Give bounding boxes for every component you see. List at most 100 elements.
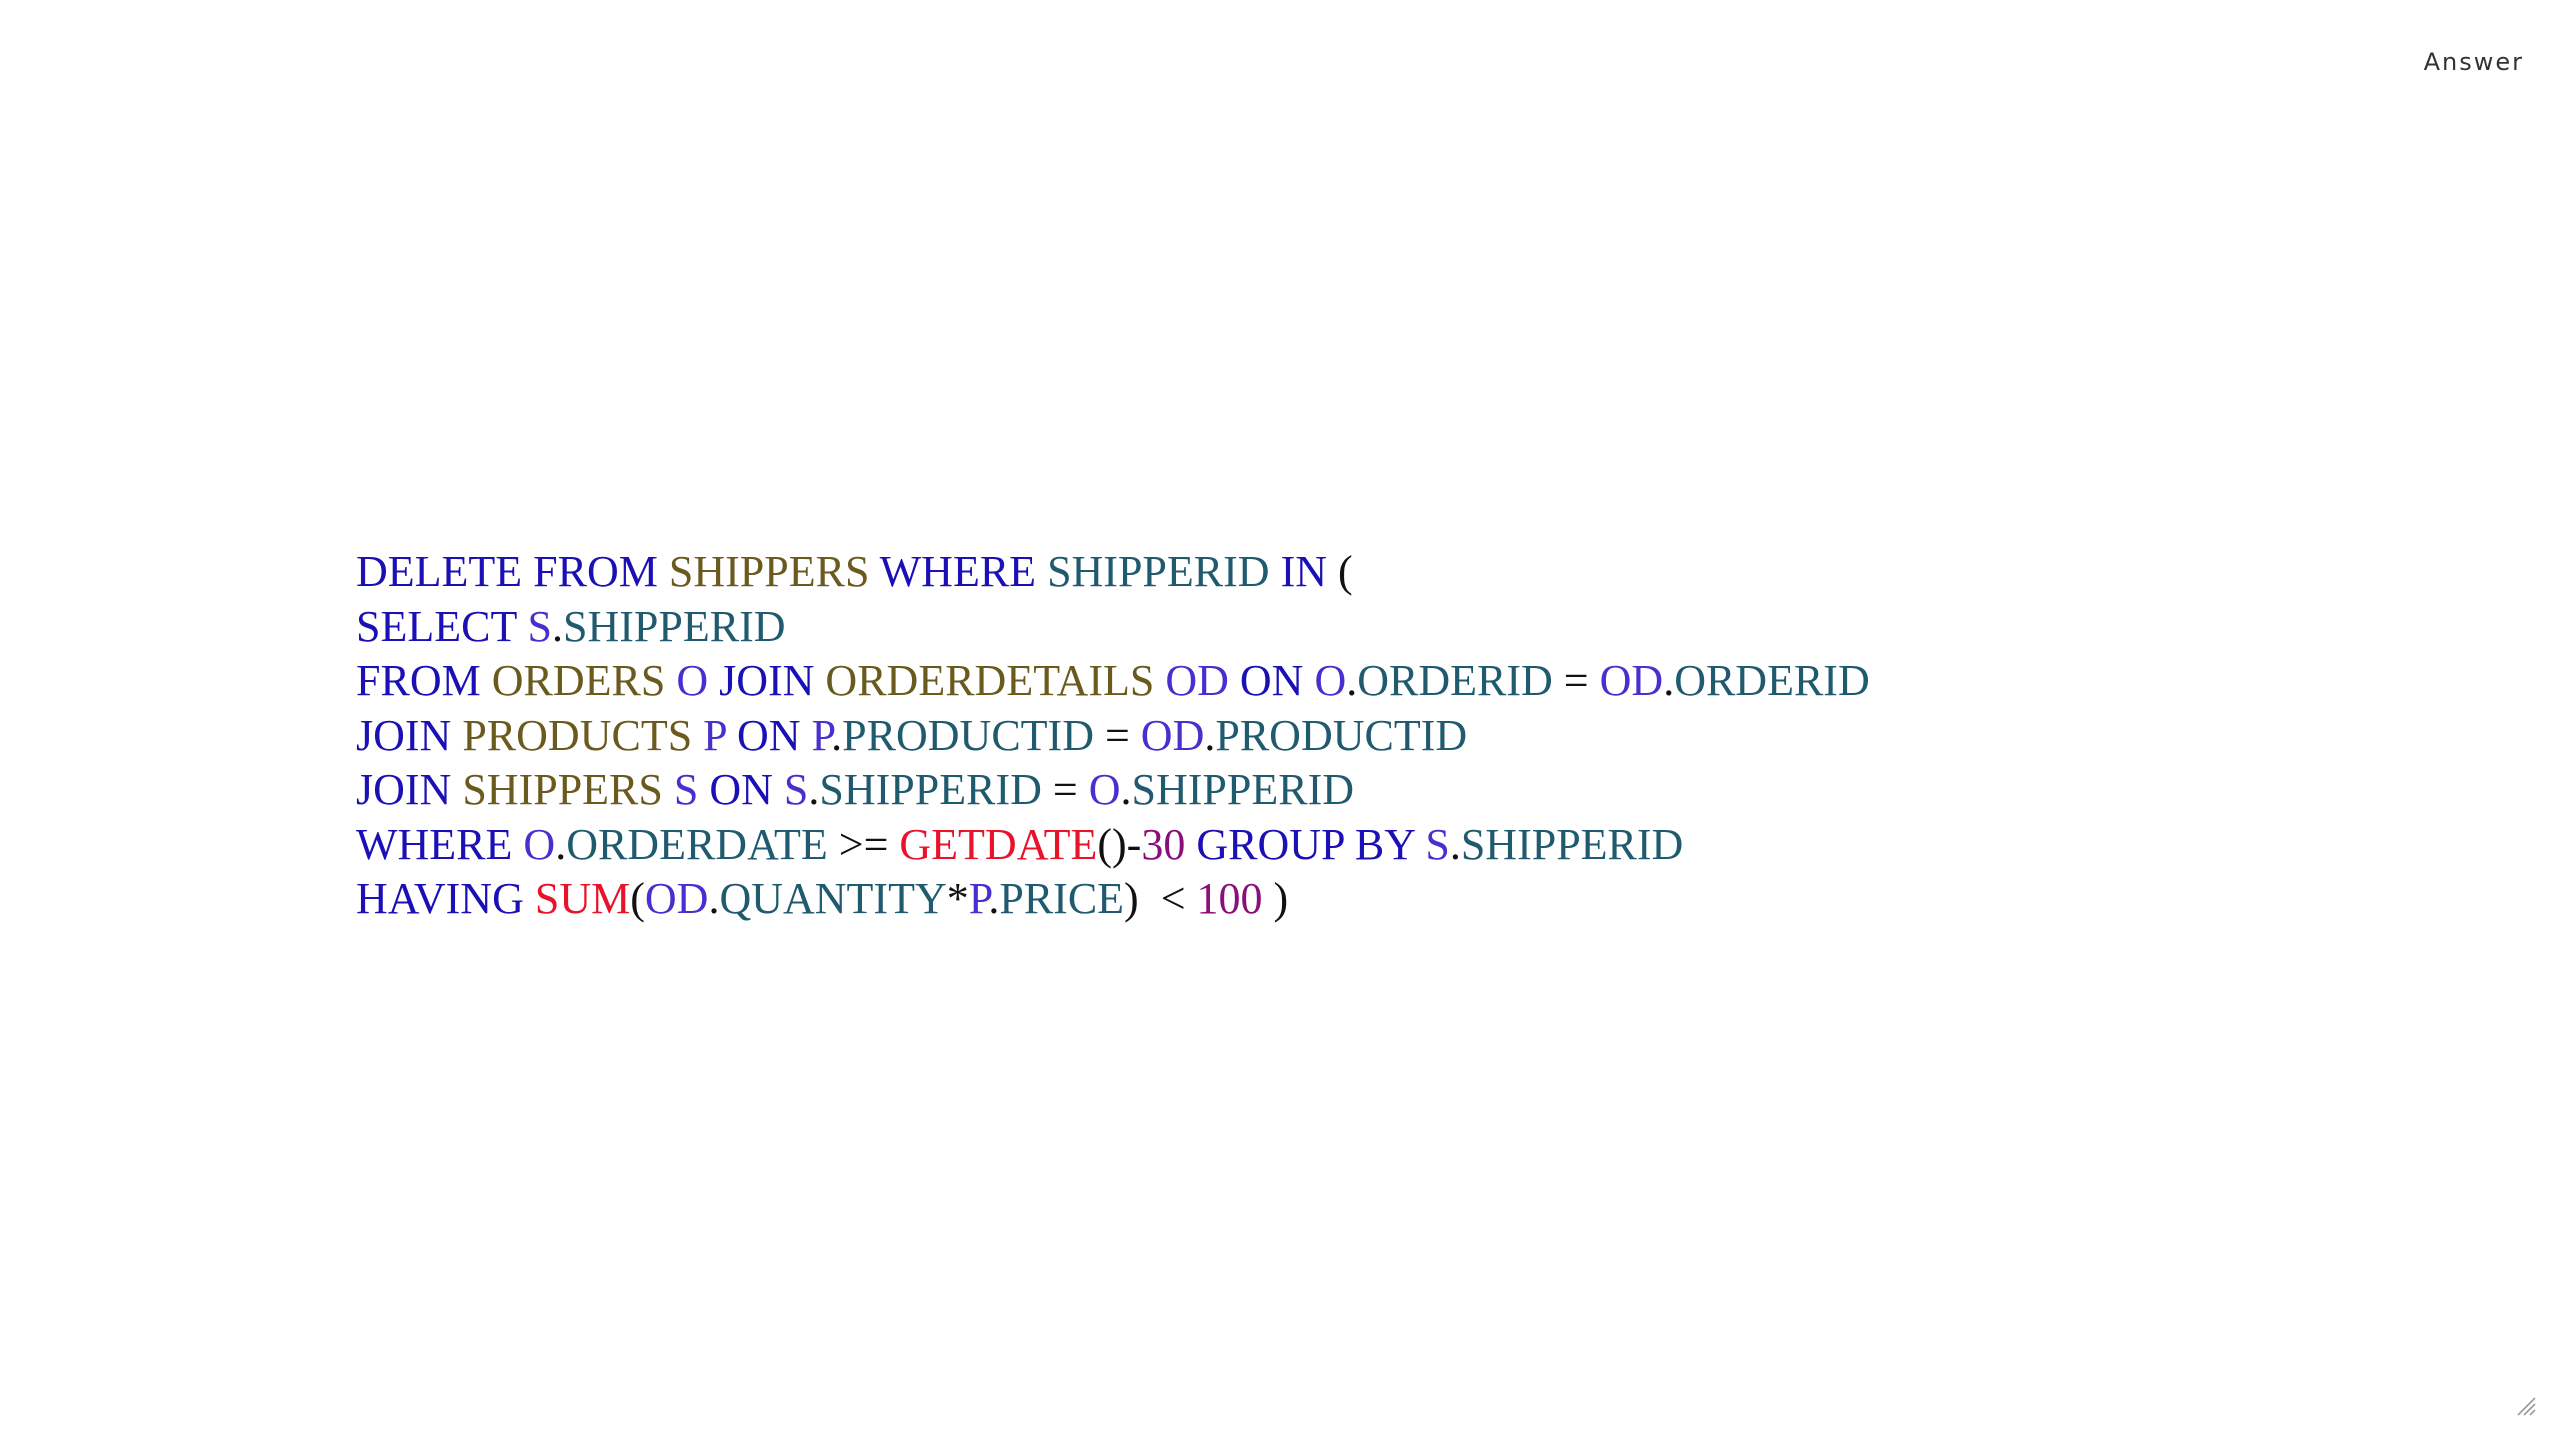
code-token-alias: P [703, 710, 727, 760]
code-token-punct [773, 765, 784, 814]
code-token-punct [524, 874, 535, 923]
code-token-alias: OD [1599, 656, 1664, 705]
code-token-punct [1270, 547, 1281, 596]
code-token-punct [1154, 656, 1165, 705]
code-token-column: PRODUCTID [842, 710, 1094, 760]
code-line: JOIN PRODUCTS P ON P.PRODUCTID = OD.PROD… [356, 709, 1870, 764]
code-line: FROM ORDERS O JOIN ORDERDETAILS OD ON O.… [356, 654, 1870, 709]
code-token-alias: OD [1140, 710, 1205, 760]
code-token-alias: S [1425, 819, 1450, 869]
code-token-keyword: DELETE FROM [356, 547, 669, 596]
slide-canvas: Answer DELETE FROM SHIPPERS WHERE SHIPPE… [0, 0, 2560, 1440]
code-token-punct [869, 547, 879, 596]
code-line: WHERE O.ORDERDATE >= GETDATE()-30 GROUP … [356, 818, 1870, 873]
code-token-number: 100 [1196, 874, 1263, 923]
code-token-table: SHIPPERS [462, 765, 663, 814]
code-token-punct: ) < [1124, 874, 1197, 923]
code-token-punct: . [1120, 765, 1132, 814]
code-token-punct: . [708, 874, 720, 923]
code-token-punct [726, 711, 737, 760]
code-token-punct [1229, 656, 1240, 705]
code-line: JOIN SHIPPERS S ON S.SHIPPERID = O.SHIPP… [356, 763, 1870, 818]
code-token-table: ORDERDETAILS [825, 656, 1155, 705]
code-token-punct: ) [1262, 874, 1289, 923]
code-token-punct [1303, 656, 1314, 705]
code-token-punct [451, 765, 462, 814]
code-token-alias: S [783, 765, 809, 814]
code-token-keyword: JOIN [719, 656, 815, 705]
code-token-punct: . [552, 601, 564, 651]
answer-label[interactable]: Answer [2424, 48, 2524, 76]
code-token-column: QUANTITY [719, 874, 947, 923]
code-token-alias: P [968, 874, 989, 923]
code-token-punct [1036, 547, 1047, 596]
code-token-column: PRICE [999, 874, 1125, 923]
code-token-alias: O [1314, 656, 1347, 705]
code-token-function: SUM [534, 874, 631, 923]
code-token-column: ORDERID [1357, 656, 1553, 705]
code-line: SELECT S.SHIPPERID [356, 600, 1870, 655]
code-token-punct: = [1093, 710, 1141, 760]
code-token-table: PRODUCTS [462, 710, 693, 760]
code-token-punct [692, 711, 703, 760]
code-token-punct: = [1041, 765, 1089, 814]
code-token-punct: ( [1327, 547, 1353, 596]
code-token-alias: OD [644, 874, 709, 923]
code-token-column: ORDERID [1674, 656, 1870, 705]
code-token-keyword: FROM [356, 656, 481, 705]
code-token-alias: P [811, 710, 832, 760]
code-token-keyword: ON [737, 710, 801, 760]
code-token-punct: . [1663, 656, 1675, 705]
resize-grip-icon[interactable] [2514, 1394, 2536, 1416]
sql-code-block: DELETE FROM SHIPPERS WHERE SHIPPERID IN … [356, 545, 1870, 927]
code-token-punct [1185, 820, 1196, 869]
code-token-alias: O [1088, 765, 1121, 814]
code-token-punct [814, 656, 825, 705]
code-token-punct: . [1449, 819, 1461, 869]
code-token-function: GETDATE [899, 819, 1098, 869]
code-token-punct: . [808, 765, 820, 814]
code-token-keyword: WHERE [879, 547, 1037, 596]
code-token-punct: ()- [1097, 819, 1142, 869]
code-token-punct [451, 711, 462, 760]
code-token-punct: ( [630, 874, 645, 923]
code-token-keyword: ON [709, 765, 773, 814]
code-line: HAVING SUM(OD.QUANTITY*P.PRICE) < 100 ) [356, 872, 1870, 927]
code-token-punct [801, 711, 812, 760]
code-token-punct [1414, 820, 1425, 869]
code-token-punct: . [1346, 656, 1358, 705]
code-token-punct [517, 602, 528, 651]
code-token-punct: . [988, 874, 1000, 923]
code-token-punct: = [1552, 656, 1600, 705]
code-token-column: ORDERDATE [566, 819, 828, 869]
code-token-keyword: JOIN [356, 765, 452, 814]
code-token-punct [665, 656, 676, 705]
code-token-alias: O [676, 656, 709, 705]
code-token-alias: S [673, 765, 699, 814]
code-token-keyword: SELECT [356, 601, 517, 651]
code-token-keyword: GROUP BY [1196, 819, 1415, 869]
code-token-keyword: ON [1239, 656, 1304, 705]
code-token-column: SHIPPERID [563, 601, 786, 651]
code-token-alias: S [527, 601, 553, 651]
code-line: DELETE FROM SHIPPERS WHERE SHIPPERID IN … [356, 545, 1870, 600]
code-token-number: 30 [1141, 819, 1186, 869]
code-token-keyword: JOIN [356, 710, 452, 760]
code-token-column: SHIPPERID [819, 765, 1042, 814]
code-token-punct [698, 765, 709, 814]
code-token-alias: OD [1165, 656, 1229, 705]
code-token-punct: * [946, 874, 969, 923]
code-token-column: SHIPPERID [1047, 547, 1270, 596]
code-token-table: ORDERS [491, 656, 666, 705]
code-token-punct: >= [827, 819, 900, 869]
code-token-keyword: IN [1280, 547, 1327, 596]
code-token-keyword: WHERE [356, 819, 513, 869]
code-token-punct: . [555, 819, 567, 869]
code-token-punct [481, 656, 492, 705]
code-token-column: PRODUCTID [1215, 710, 1468, 760]
code-token-alias: O [523, 819, 556, 869]
code-token-keyword: HAVING [356, 874, 524, 923]
code-token-punct [512, 820, 523, 869]
code-token-column: SHIPPERID [1131, 765, 1355, 814]
code-token-punct: . [1204, 710, 1216, 760]
